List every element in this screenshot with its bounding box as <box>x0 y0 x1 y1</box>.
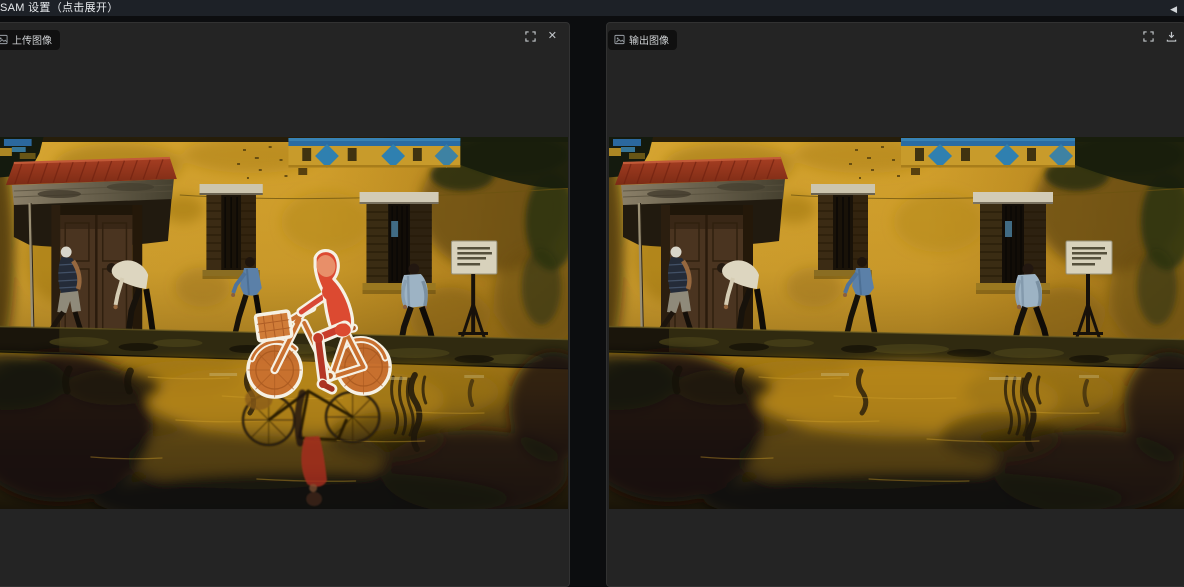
input-image[interactable] <box>0 137 568 509</box>
sam-settings-accordion[interactable]: SAM 设置（点击展开） ◀ <box>0 0 1184 16</box>
input-image-label-text: 上传图像 <box>12 32 52 47</box>
close-icon[interactable]: ✕ <box>548 31 557 42</box>
accordion-title[interactable]: SAM 设置（点击展开） <box>0 0 119 16</box>
input-panel-toolbar: ✕ <box>525 31 557 42</box>
output-image[interactable] <box>609 137 1184 509</box>
input-image-panel: 上传图像 ✕ <box>0 22 570 587</box>
download-icon[interactable] <box>1166 31 1177 42</box>
input-image-label: 上传图像 <box>0 30 60 50</box>
image-icon <box>0 34 8 45</box>
fullscreen-icon[interactable] <box>525 31 536 42</box>
fullscreen-icon[interactable] <box>1143 31 1154 42</box>
output-panel-toolbar <box>1143 31 1177 42</box>
image-icon <box>614 34 625 45</box>
output-image-label: 输出图像 <box>608 30 677 50</box>
collapse-arrow-icon[interactable]: ◀ <box>1170 1 1177 17</box>
output-image-label-text: 输出图像 <box>629 32 669 47</box>
output-image-panel: 输出图像 <box>606 22 1184 587</box>
